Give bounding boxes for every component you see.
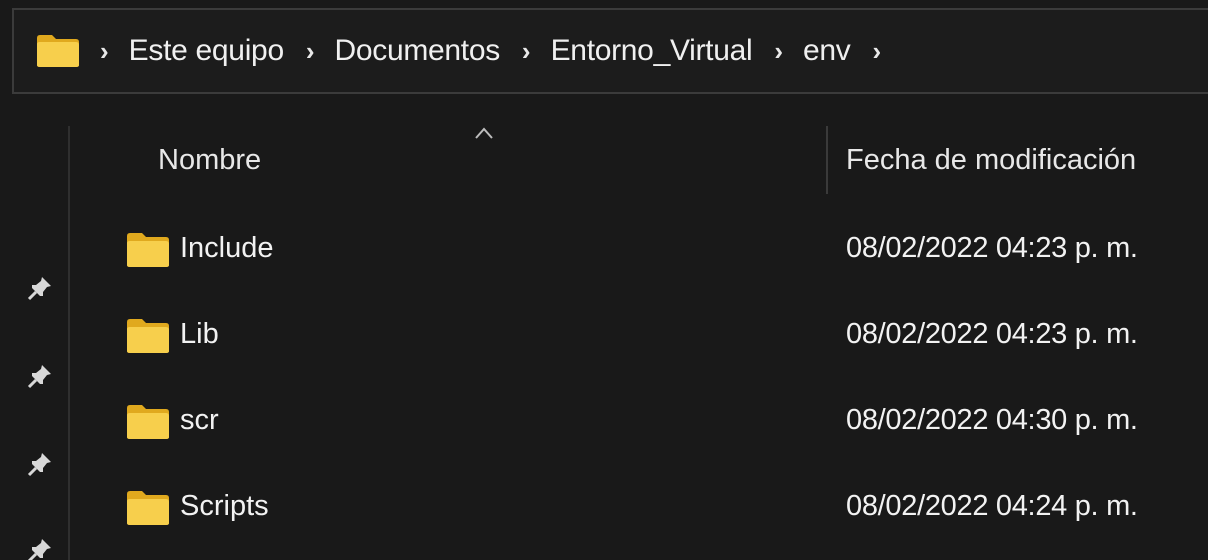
column-resize-handle[interactable] [826, 126, 828, 194]
column-header: Nombre Fecha de modificación [70, 126, 1208, 196]
folder-icon [126, 404, 170, 440]
folder-icon [126, 490, 170, 526]
breadcrumb: › Este equipo › Documentos › Entorno_Vir… [100, 34, 901, 68]
file-name[interactable]: Scripts [180, 490, 269, 523]
navigation-pane [0, 96, 70, 560]
breadcrumb-item[interactable]: env [803, 34, 851, 68]
pin-icon[interactable] [26, 536, 54, 560]
breadcrumb-item[interactable]: Documentos [335, 34, 501, 68]
pin-icon[interactable] [26, 450, 54, 478]
list-item[interactable]: scr 08/02/2022 04:30 p. m. [70, 382, 1208, 462]
pin-icon[interactable] [26, 274, 54, 302]
file-name[interactable]: Include [180, 232, 274, 265]
pin-icon[interactable] [26, 362, 54, 390]
column-date-header[interactable]: Fecha de modificación [846, 144, 1136, 177]
column-name-header[interactable]: Nombre [158, 144, 261, 177]
file-name[interactable]: scr [180, 404, 219, 437]
chevron-right-icon[interactable]: › [100, 38, 109, 64]
chevron-right-icon[interactable]: › [306, 38, 315, 64]
address-bar[interactable]: › Este equipo › Documentos › Entorno_Vir… [12, 8, 1208, 94]
breadcrumb-item[interactable]: Entorno_Virtual [551, 34, 753, 68]
chevron-right-icon[interactable]: › [522, 38, 531, 64]
file-modified-date: 08/02/2022 04:30 p. m. [846, 404, 1138, 436]
folder-icon [126, 318, 170, 354]
list-item[interactable]: Scripts 08/02/2022 04:24 p. m. [70, 468, 1208, 548]
folder-icon [36, 34, 80, 68]
list-item[interactable]: Include 08/02/2022 04:23 p. m. [70, 210, 1208, 290]
sort-ascending-icon [474, 126, 494, 140]
chevron-right-icon[interactable]: › [774, 38, 783, 64]
folder-icon [126, 232, 170, 268]
list-item[interactable]: Lib 08/02/2022 04:23 p. m. [70, 296, 1208, 376]
file-modified-date: 08/02/2022 04:23 p. m. [846, 232, 1138, 264]
file-modified-date: 08/02/2022 04:23 p. m. [846, 318, 1138, 350]
chevron-right-icon[interactable]: › [873, 38, 882, 64]
file-explorer-window: › Este equipo › Documentos › Entorno_Vir… [0, 0, 1208, 560]
file-modified-date: 08/02/2022 04:24 p. m. [846, 490, 1138, 522]
breadcrumb-item[interactable]: Este equipo [129, 34, 284, 68]
file-name[interactable]: Lib [180, 318, 219, 351]
